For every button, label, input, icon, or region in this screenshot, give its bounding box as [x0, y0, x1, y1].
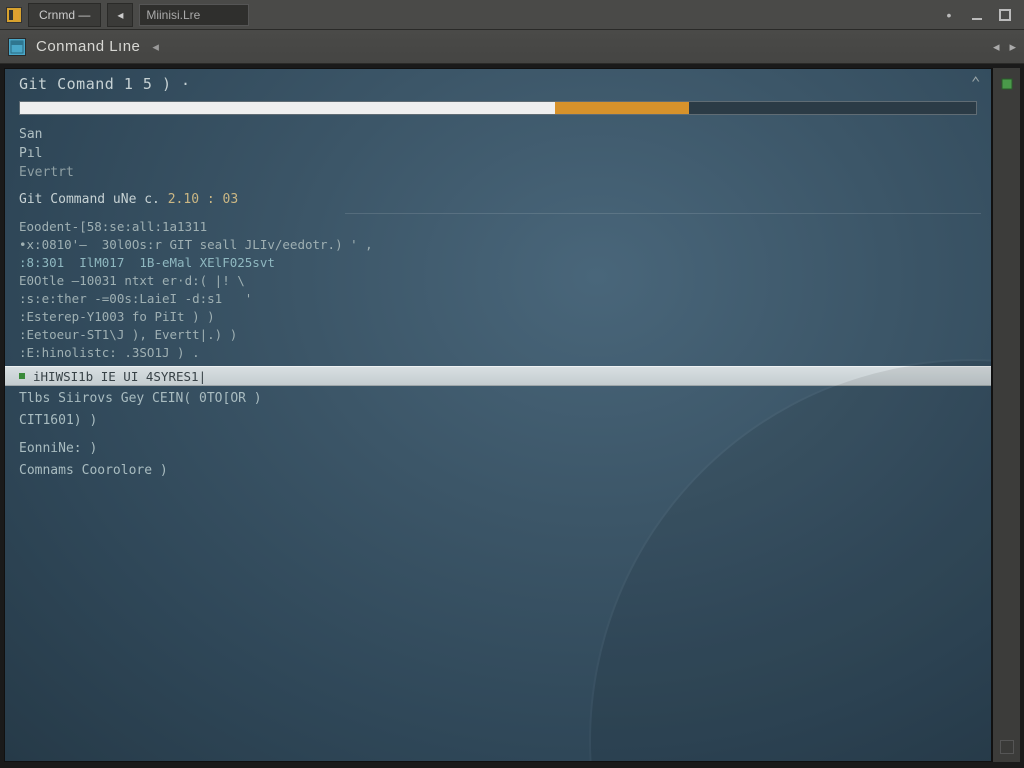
app-icon [6, 7, 22, 23]
quick-lines: San Pıl Evertrt [5, 121, 991, 182]
code-line: E0Otle —10031 ntxt er·d:( |! \ [19, 272, 977, 290]
document-icon [8, 38, 26, 56]
titlebar-input[interactable] [139, 4, 249, 26]
version-number: 2.10 : 03 [168, 192, 238, 207]
code-line: :s:e:ther -=00s:LaieI -d:s1 ' [19, 290, 977, 308]
client-area: Git Comand 1 5 ) · ⌃ San Pıl Evertrt Git… [0, 64, 1024, 768]
window-minimize-icon[interactable] [970, 8, 984, 22]
toolbar-nav-arrows: ◂ ▸ [993, 39, 1016, 55]
resize-grip-icon[interactable] [1000, 740, 1014, 754]
terminal-pane[interactable]: Git Comand 1 5 ) · ⌃ San Pıl Evertrt Git… [4, 68, 992, 762]
version-prefix: Git Command uNe c. [19, 192, 160, 207]
pane-title: Git Comand 1 5 ) · [19, 75, 191, 93]
titlebar-tab-1[interactable]: Crnmd — [28, 3, 101, 27]
toolbar-next-button[interactable]: ▸ [1009, 39, 1016, 55]
titlebar-tab-nav[interactable]: ◂ [107, 3, 133, 27]
right-sidebar [992, 68, 1020, 762]
toolbar-prev-button[interactable]: ◂ [993, 39, 1000, 55]
quick-line-2: Pıl [19, 144, 977, 163]
window-controls: • [942, 8, 1018, 22]
progress-segment-active [555, 102, 689, 114]
quick-line-1: San [19, 125, 977, 144]
selected-line[interactable]: iHIWSI1b IE UI 4SYRES1| [5, 366, 991, 386]
selection-marker-icon [19, 373, 25, 379]
code-line: :Esterep-Y1003 fo PiIt ) ) [19, 308, 977, 326]
lower-line-4: Comnams Coorolore ) [19, 460, 977, 482]
code-line: :E:hinolistc: .3SO1J ) . [19, 344, 977, 362]
toolbar: Conmand Lıne ◂ ◂ ▸ [0, 30, 1024, 64]
window-dot-icon[interactable]: • [942, 8, 956, 22]
quick-line-3: Evertrt [19, 163, 977, 182]
code-line: •x:0810'— 30l0Os:r GIT seall JLIv/eedotr… [19, 236, 977, 254]
selected-line-text: iHIWSI1b IE UI 4SYRES1| [33, 369, 206, 384]
code-line: :8:301 IlM017 1B-eMal XElF025svt [19, 254, 977, 272]
pane-header: Git Comand 1 5 ) · ⌃ [5, 69, 991, 99]
collapse-up-icon[interactable]: ⌃ [971, 73, 981, 92]
code-line: :Eetoeur-ST1\J ), Evertt|.) ) [19, 326, 977, 344]
lower-line-3: EonniNe: ) [19, 438, 977, 460]
progress-bar[interactable] [19, 101, 977, 115]
toolbar-back-button[interactable]: ◂ [152, 39, 159, 55]
lower-line-1: Tlbs Siirovs Gey CEIN( 0TO[OR ) [19, 388, 977, 410]
version-header: Git Command uNe c. 2.10 : 03 [5, 186, 991, 209]
titlebar: Crnmd — ◂ • [0, 0, 1024, 30]
code-block: Eoodent-[58:se:all:1a1311 •x:0810'— 30l0… [5, 218, 991, 362]
lower-block: Tlbs Siirovs Gey CEIN( 0TO[OR ) CIT1601)… [5, 386, 991, 482]
chevron-left-icon: ◂ [117, 8, 123, 22]
lower-line-2: CIT1601) ) [19, 410, 977, 432]
titlebar-tab-1-label: Crnmd — [39, 8, 90, 22]
code-line: Eoodent-[58:se:all:1a1311 [19, 218, 977, 236]
toolbar-title: Conmand Lıne [36, 38, 140, 55]
window-maximize-icon[interactable] [998, 8, 1012, 22]
chevron-left-icon: ◂ [152, 39, 159, 54]
sidebar-marker-icon[interactable] [999, 76, 1015, 92]
header-divider [345, 213, 981, 214]
progress-segment-complete [20, 102, 555, 114]
